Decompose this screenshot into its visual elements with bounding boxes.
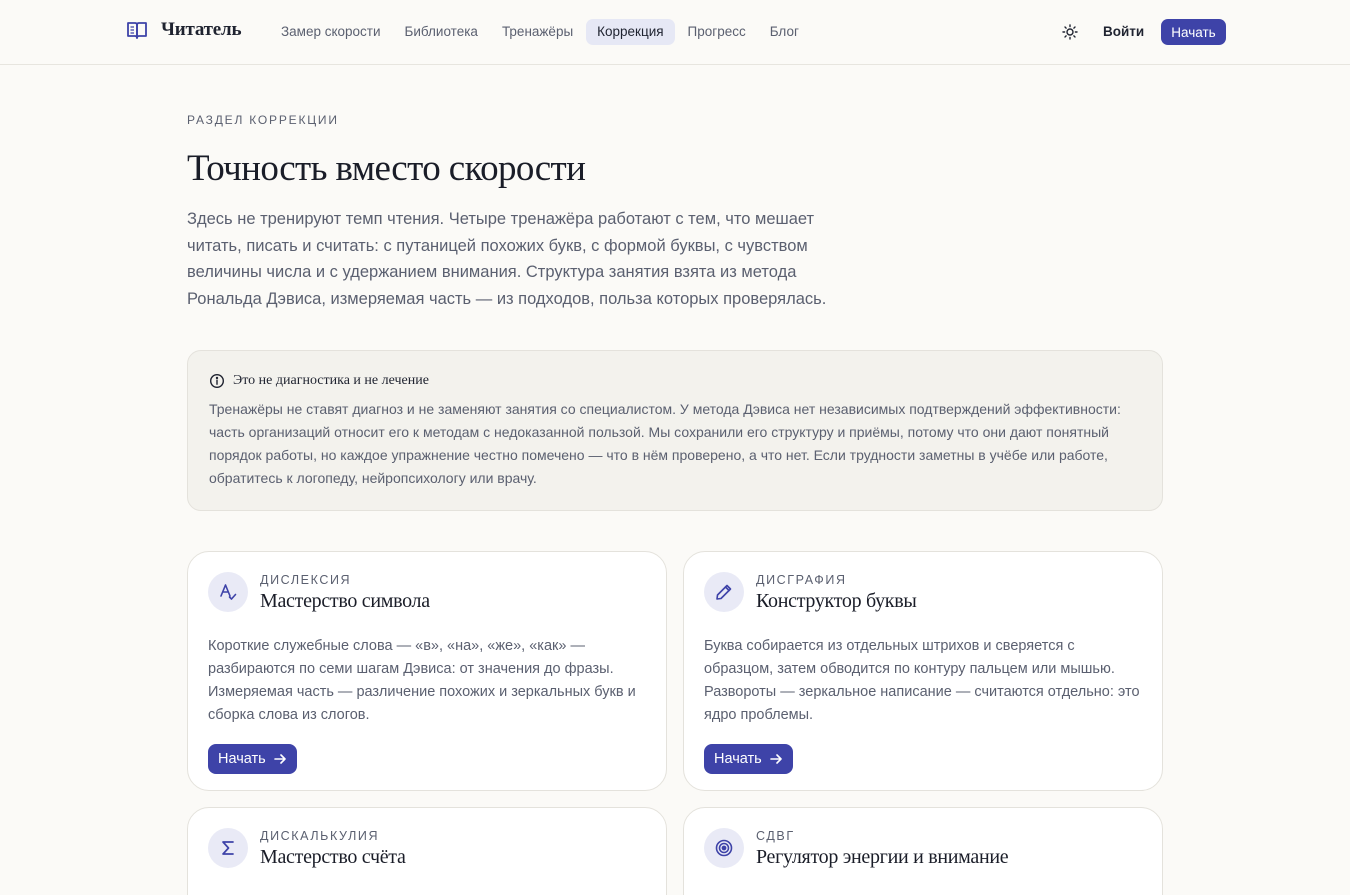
card-description: Короткие служебные слова — «в», «на», «ж… (208, 638, 636, 723)
sigma-icon (208, 828, 248, 868)
trainer-card-dyslexia: ДИСЛЕКСИЯ Мастерство символа Короткие сл… (187, 551, 667, 791)
section-eyebrow: РАЗДЕЛ КОРРЕКЦИИ (187, 113, 339, 127)
trainer-card-dysgraphia: ДИСГРАФИЯ Конструктор буквы Буква собира… (683, 551, 1163, 791)
nav-item-trainers[interactable]: Тренажёры (491, 19, 584, 45)
info-icon (209, 373, 225, 389)
card-start-label: Начать (714, 751, 762, 767)
brand-name: Читатель (161, 19, 242, 40)
sun-icon (1062, 24, 1078, 40)
card-title: Конструктор буквы (756, 590, 917, 612)
main-nav: Замер скорости Библиотека Тренажёры Корр… (270, 19, 810, 45)
card-tag: ДИСЛЕКСИЯ (260, 573, 352, 587)
card-tag: СДВГ (756, 829, 795, 843)
disclaimer-notice: Это не диагностика и не лечение Тренажёр… (187, 350, 1163, 511)
nav-item-blog[interactable]: Блог (759, 19, 810, 45)
arrow-right-icon (769, 754, 782, 764)
open-book-icon (126, 19, 148, 41)
card-start-button[interactable]: Начать (704, 744, 793, 774)
card-title: Мастерство счёта (260, 846, 406, 868)
login-button[interactable]: Войти (1095, 20, 1152, 43)
target-icon (704, 828, 744, 868)
letter-check-icon (208, 572, 248, 612)
card-start-label: Начать (218, 751, 266, 767)
notice-title: Это не диагностика и не лечение (233, 373, 429, 388)
card-start-button[interactable]: Начать (208, 744, 297, 774)
notice-text: Тренажёры не ставят диагноз и не заменяю… (209, 401, 1121, 486)
card-title: Мастерство символа (260, 590, 430, 612)
start-button[interactable]: Начать (1161, 19, 1226, 45)
theme-toggle-button[interactable] (1060, 22, 1080, 42)
trainer-card-adhd: СДВГ Регулятор энергии и внимание (683, 807, 1163, 895)
trainer-card-dyscalculia: ДИСКАЛЬКУЛИЯ Мастерство счёта (187, 807, 667, 895)
card-tag: ДИСКАЛЬКУЛИЯ (260, 829, 380, 843)
nav-item-correction[interactable]: Коррекция (586, 19, 675, 45)
nav-item-speed-test[interactable]: Замер скорости (270, 19, 392, 45)
card-tag: ДИСГРАФИЯ (756, 573, 847, 587)
arrow-right-icon (273, 754, 286, 764)
brand-logo[interactable]: Читатель (126, 19, 242, 41)
pencil-icon (704, 572, 744, 612)
card-title: Регулятор энергии и внимание (756, 846, 1009, 868)
site-header: Читатель Замер скорости Библиотека Трена… (0, 0, 1350, 65)
page-title: Точность вместо скорости (187, 148, 586, 189)
card-description: Буква собирается из отдельных штрихов и … (704, 638, 1140, 723)
page-lead: Здесь не тренируют темп чтения. Четыре т… (187, 210, 827, 308)
nav-item-progress[interactable]: Прогресс (677, 19, 757, 45)
nav-item-library[interactable]: Библиотека (394, 19, 489, 45)
